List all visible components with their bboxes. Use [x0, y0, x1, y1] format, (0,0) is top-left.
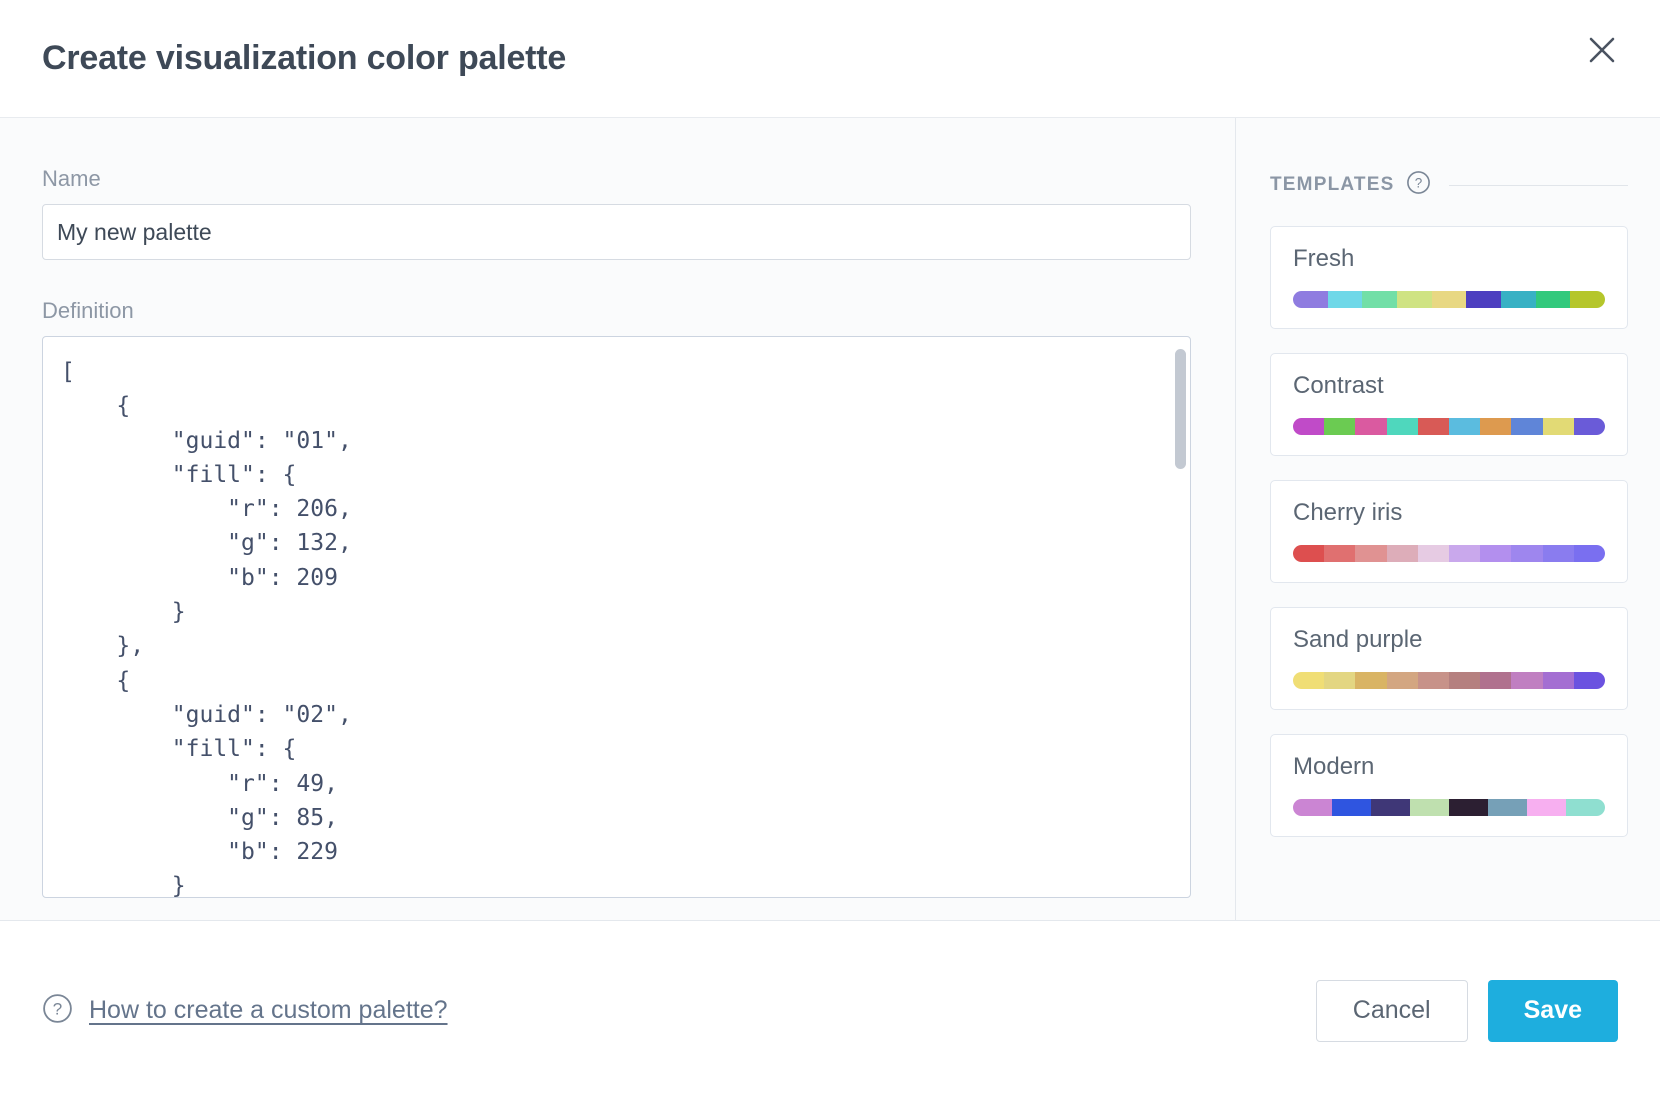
dialog-header: Create visualization color palette	[0, 0, 1660, 118]
template-swatch-bar	[1293, 418, 1605, 435]
template-card[interactable]: Fresh	[1270, 226, 1628, 329]
color-swatch	[1386, 672, 1418, 689]
definition-editor[interactable]: [ { "guid": "01", "fill": { "r": 206, "g…	[42, 336, 1191, 898]
palette-name-input[interactable]	[42, 204, 1191, 260]
color-swatch	[1386, 545, 1418, 562]
color-swatch	[1480, 672, 1512, 689]
color-swatch	[1324, 545, 1356, 562]
color-swatch	[1355, 545, 1387, 562]
color-swatch	[1480, 545, 1512, 562]
color-swatch	[1417, 545, 1450, 562]
color-swatch	[1573, 545, 1605, 562]
footer-buttons: Cancel Save	[1315, 979, 1618, 1042]
dialog-body: Name Definition [ { "guid": "01", "fill"…	[0, 118, 1660, 920]
color-swatch	[1449, 672, 1481, 689]
form-pane: Name Definition [ { "guid": "01", "fill"…	[0, 118, 1235, 920]
definition-scrollbar-thumb[interactable]	[1175, 349, 1186, 469]
dialog-footer: ? How to create a custom palette? Cancel…	[0, 920, 1660, 1100]
templates-divider	[1449, 184, 1628, 186]
color-swatch	[1449, 418, 1481, 435]
color-swatch	[1293, 545, 1325, 562]
color-swatch	[1431, 291, 1467, 308]
help-link-group[interactable]: ? How to create a custom palette?	[42, 993, 448, 1029]
color-swatch	[1542, 545, 1574, 562]
color-swatch	[1535, 291, 1571, 308]
color-swatch	[1293, 291, 1328, 308]
color-swatch	[1324, 418, 1356, 435]
template-card[interactable]: Modern	[1270, 734, 1628, 837]
color-swatch	[1466, 291, 1502, 308]
color-swatch	[1293, 672, 1325, 689]
color-swatch	[1566, 799, 1605, 816]
color-swatch	[1449, 545, 1481, 562]
color-swatch	[1501, 291, 1536, 308]
templates-header: TEMPLATES ?	[1270, 170, 1628, 200]
template-name: Sand purple	[1293, 626, 1423, 653]
template-name: Modern	[1293, 753, 1375, 780]
template-swatch-bar	[1293, 672, 1605, 689]
template-card[interactable]: Sand purple	[1270, 607, 1628, 710]
color-swatch	[1324, 672, 1356, 689]
color-swatch	[1488, 799, 1527, 816]
templates-list: Fresh Contrast Cherry iris Sand purple Moder…	[1270, 226, 1628, 837]
color-swatch	[1293, 799, 1332, 816]
dialog-title: Create visualization color palette	[42, 39, 567, 77]
color-swatch	[1573, 418, 1605, 435]
color-swatch	[1293, 418, 1325, 435]
color-swatch	[1542, 672, 1574, 689]
template-name: Cherry iris	[1293, 499, 1403, 526]
svg-text:?: ?	[1415, 176, 1423, 191]
definition-scrollbar[interactable]	[1174, 337, 1186, 897]
template-swatch-bar	[1293, 799, 1605, 816]
color-swatch	[1449, 799, 1488, 816]
question-mark-icon[interactable]: ?	[1406, 170, 1431, 200]
close-icon[interactable]	[1580, 28, 1624, 72]
save-button[interactable]: Save	[1487, 979, 1618, 1042]
how-to-create-palette-link[interactable]: How to create a custom palette?	[89, 996, 448, 1025]
template-name: Contrast	[1293, 372, 1384, 399]
svg-text:?: ?	[53, 999, 62, 1018]
color-swatch	[1410, 799, 1449, 816]
definition-label: Definition	[42, 298, 134, 323]
color-swatch	[1511, 418, 1543, 435]
color-swatch	[1371, 799, 1410, 816]
template-swatch-bar	[1293, 545, 1605, 562]
color-swatch	[1527, 799, 1566, 816]
color-swatch	[1327, 291, 1363, 308]
color-swatch	[1417, 672, 1450, 689]
name-label: Name	[42, 166, 101, 191]
template-card[interactable]: Contrast	[1270, 353, 1628, 456]
definition-code-text[interactable]: [ { "guid": "01", "fill": { "r": 206, "g…	[43, 337, 1190, 897]
color-swatch	[1355, 418, 1387, 435]
template-swatch-bar	[1293, 291, 1605, 308]
color-swatch	[1355, 672, 1387, 689]
color-swatch	[1480, 418, 1512, 435]
color-swatch	[1511, 545, 1543, 562]
templates-pane: TEMPLATES ? Fresh Contrast Cherry iris Sand…	[1235, 118, 1660, 920]
create-palette-dialog: Create visualization color palette Name …	[0, 0, 1660, 1100]
color-swatch	[1362, 291, 1398, 308]
color-swatch	[1386, 418, 1418, 435]
color-swatch	[1511, 672, 1543, 689]
template-card[interactable]: Cherry iris	[1270, 480, 1628, 583]
cancel-button[interactable]: Cancel	[1315, 979, 1468, 1042]
color-swatch	[1542, 418, 1574, 435]
color-swatch	[1573, 672, 1605, 689]
templates-title: TEMPLATES	[1270, 174, 1395, 195]
color-swatch	[1332, 799, 1371, 816]
color-swatch	[1417, 418, 1450, 435]
color-swatch	[1570, 291, 1605, 308]
question-mark-icon: ?	[42, 993, 73, 1029]
template-name: Fresh	[1293, 245, 1355, 272]
color-swatch	[1397, 291, 1432, 308]
